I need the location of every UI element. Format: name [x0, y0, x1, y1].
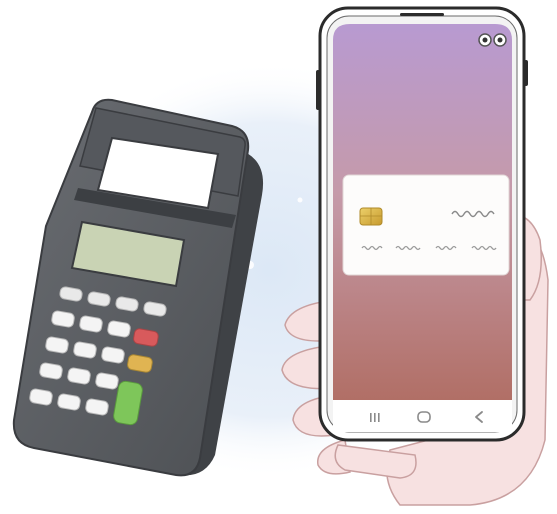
- payment-illustration: [12, 6, 549, 506]
- payment-card: [342, 174, 510, 276]
- recent-apps-icon: [370, 413, 380, 422]
- navigation-bar: [333, 400, 512, 432]
- smartphone: [316, 6, 528, 442]
- side-button-right: [524, 60, 528, 86]
- side-button-left: [316, 70, 320, 110]
- speaker: [400, 13, 444, 16]
